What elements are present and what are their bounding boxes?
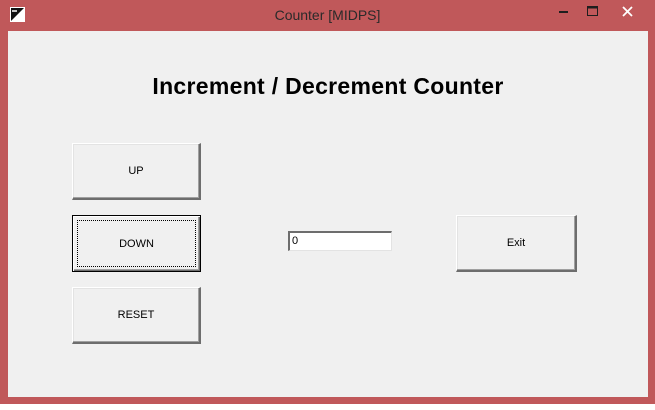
exit-button[interactable]: Exit (456, 215, 577, 272)
page-title: Increment / Decrement Counter (152, 73, 504, 99)
reset-button-label: RESET (117, 309, 155, 321)
minimize-button[interactable] (550, 0, 578, 22)
maximize-button[interactable] (578, 0, 606, 22)
minimize-icon (559, 11, 568, 13)
app-window: Counter [MIDPS] Increment / Decrement Co… (0, 0, 655, 404)
focus-ring (77, 220, 196, 267)
down-button[interactable]: DOWN (72, 215, 201, 272)
close-icon (621, 5, 633, 17)
up-button-label: UP (128, 165, 144, 177)
title-bar[interactable]: Counter [MIDPS] (0, 0, 655, 31)
reset-button[interactable]: RESET (72, 287, 201, 344)
desktop-background (0, 404, 655, 410)
counter-field[interactable]: 0 (288, 231, 392, 251)
up-button[interactable]: UP (72, 143, 201, 200)
exit-button-label: Exit (506, 237, 526, 249)
maximize-icon (586, 6, 598, 16)
client-area: Increment / Decrement Counter UP DOWN RE… (8, 31, 648, 397)
close-button[interactable] (605, 0, 649, 22)
